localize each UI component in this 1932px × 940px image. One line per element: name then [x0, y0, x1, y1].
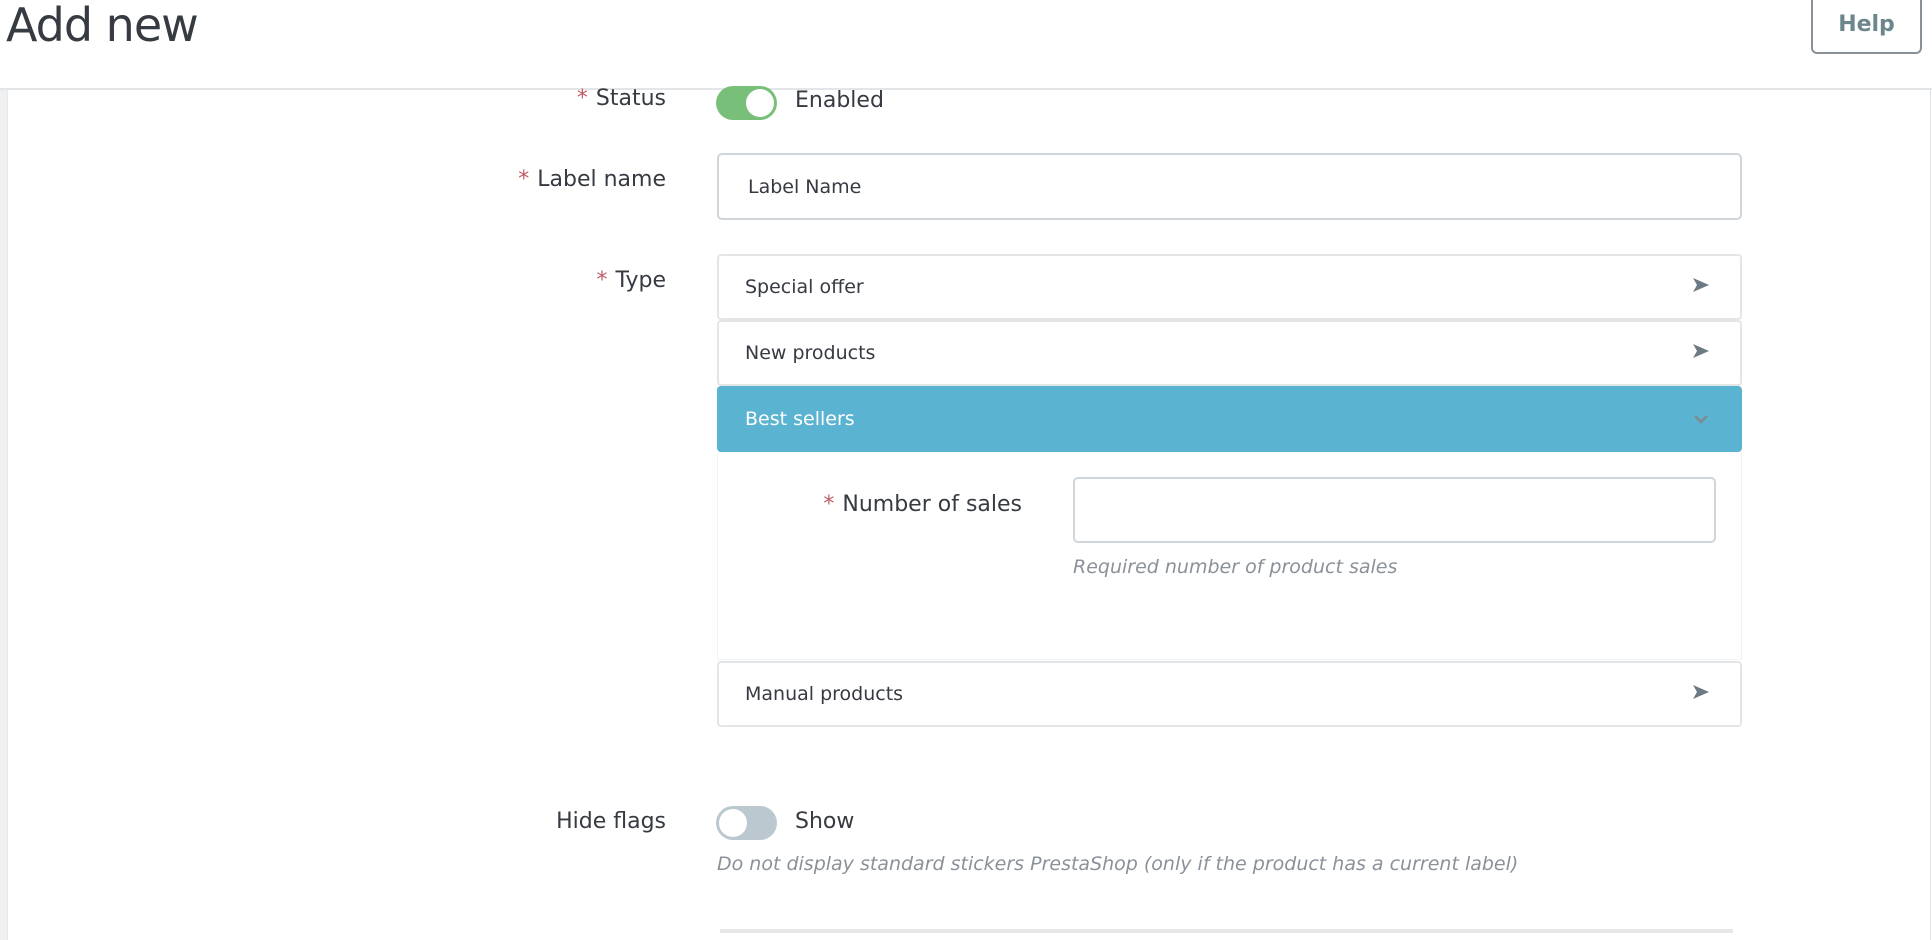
- help-button[interactable]: Help: [1811, 0, 1922, 54]
- number-of-sales-label-text: Number of sales: [842, 492, 1022, 517]
- arrow-right-icon: [1693, 685, 1709, 699]
- hide-flags-value: Show: [795, 809, 855, 834]
- status-label: * Status: [577, 86, 666, 111]
- option-label: Best sellers: [745, 408, 855, 430]
- option-label: New products: [745, 342, 876, 364]
- toggle-knob: [719, 809, 747, 837]
- label-name-value: Label Name: [748, 175, 862, 198]
- label-name-input[interactable]: Label Name: [717, 153, 1742, 220]
- type-option-special-offer[interactable]: Special offer: [717, 254, 1742, 320]
- type-option-new-products[interactable]: New products: [717, 320, 1742, 386]
- required-mark: *: [576, 86, 588, 111]
- page-title: Add new: [6, 0, 199, 52]
- type-label-text: Type: [615, 268, 666, 293]
- number-of-sales-input[interactable]: [1073, 477, 1716, 543]
- number-of-sales-label: * Number of sales: [823, 492, 1022, 517]
- hide-flags-hint: Do not display standard stickers PrestaS…: [717, 853, 1519, 875]
- arrow-right-icon: [1693, 278, 1709, 292]
- arrow-right-icon: [1693, 344, 1709, 358]
- status-label-text: Status: [595, 86, 666, 111]
- label-name-label: * Label name: [518, 167, 666, 192]
- required-mark: *: [596, 268, 608, 293]
- hide-flags-label: Hide flags: [556, 809, 666, 834]
- label-name-label-text: Label name: [537, 167, 666, 192]
- type-label: * Type: [596, 268, 666, 293]
- required-mark: *: [823, 492, 835, 517]
- required-mark: *: [518, 167, 530, 192]
- hide-flags-toggle[interactable]: [716, 806, 777, 840]
- status-toggle[interactable]: [716, 86, 777, 120]
- section-divider: [720, 929, 1733, 933]
- toggle-knob: [746, 89, 774, 117]
- number-of-sales-hint: Required number of product sales: [1073, 556, 1398, 578]
- option-label: Manual products: [745, 683, 904, 705]
- page-header: Add new Help: [0, 0, 1932, 90]
- option-label: Special offer: [745, 276, 864, 298]
- chevron-down-icon: [1694, 415, 1708, 424]
- type-option-manual-products[interactable]: Manual products: [717, 661, 1742, 727]
- type-option-best-sellers[interactable]: Best sellers: [717, 386, 1742, 452]
- sidebar-edge: [0, 90, 7, 940]
- status-value: Enabled: [795, 88, 884, 113]
